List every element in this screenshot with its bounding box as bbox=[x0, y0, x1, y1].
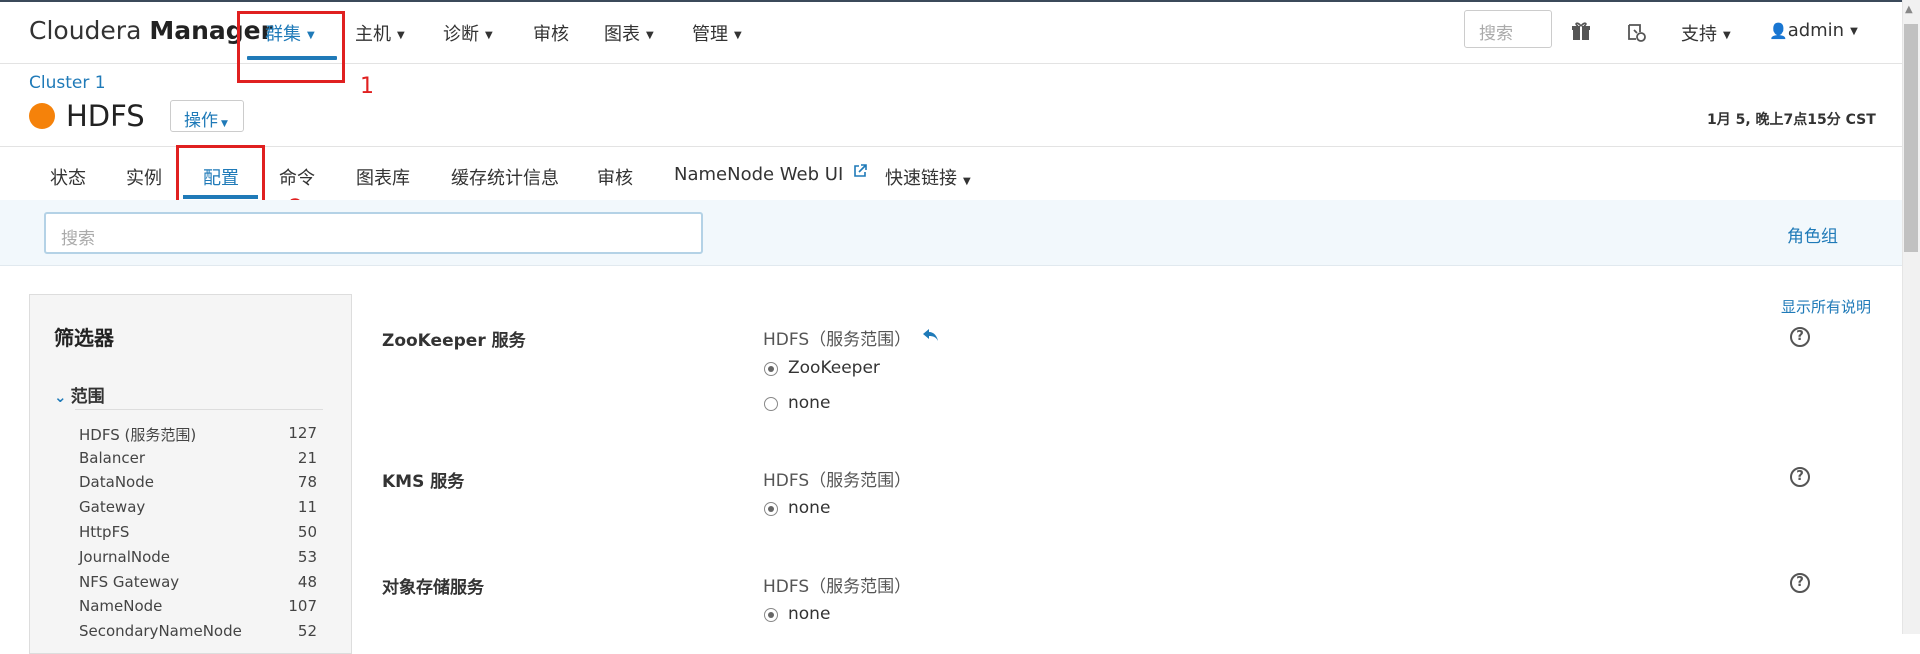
chevron-down-icon: ⌄ bbox=[54, 388, 67, 406]
help-icon[interactable]: ? bbox=[1790, 573, 1810, 593]
config-search-input[interactable]: 搜索 bbox=[44, 212, 703, 254]
setting-scope: HDFS（服务范围） bbox=[763, 577, 912, 597]
filter-item-nfs-gateway[interactable]: NFS Gateway bbox=[79, 573, 179, 591]
annotation-number-1: 1 bbox=[360, 74, 374, 99]
filter-count: 52 bbox=[297, 622, 317, 640]
task-wrench-icon[interactable] bbox=[1625, 21, 1647, 43]
setting-scope: HDFS（服务范围） bbox=[763, 330, 912, 350]
filter-count: 11 bbox=[297, 498, 317, 516]
actions-dropdown-button[interactable]: 操作 ▼ bbox=[170, 100, 244, 132]
tab-chart-library[interactable]: 图表库 bbox=[356, 164, 410, 190]
filter-title: 筛选器 bbox=[54, 326, 114, 350]
setting-label-kms: KMS 服务 bbox=[382, 472, 465, 492]
highlight-box-1 bbox=[237, 11, 345, 83]
filter-count: 53 bbox=[297, 548, 317, 566]
filter-count: 21 bbox=[297, 449, 317, 467]
filter-count: 48 bbox=[297, 573, 317, 591]
caret-down-icon: ▼ bbox=[963, 176, 971, 187]
setting-scope: HDFS（服务范围） bbox=[763, 471, 912, 491]
nav-user-menu[interactable]: 👤admin ▼ bbox=[1769, 20, 1858, 41]
scope-divider bbox=[75, 409, 323, 410]
filter-item-httpfs[interactable]: HttpFS bbox=[79, 523, 129, 541]
filter-item-gateway[interactable]: Gateway bbox=[79, 498, 145, 516]
caret-down-icon: ▼ bbox=[397, 29, 405, 41]
caret-down-icon: ▼ bbox=[1723, 29, 1731, 41]
radio-label[interactable]: none bbox=[788, 604, 830, 624]
cluster-breadcrumb-link[interactable]: Cluster 1 bbox=[29, 73, 106, 93]
tab-instances[interactable]: 实例 bbox=[126, 164, 162, 190]
external-link-icon bbox=[854, 164, 867, 177]
scope-toggle[interactable]: ⌄ 范围 bbox=[54, 382, 105, 407]
caret-down-icon: ▼ bbox=[221, 119, 228, 129]
caret-down-icon: ▼ bbox=[485, 29, 493, 41]
filter-item-journalnode[interactable]: JournalNode bbox=[79, 548, 170, 566]
page-timestamp: 1月 5, 晚上7点15分 CST bbox=[1707, 112, 1876, 128]
caret-down-icon: ▼ bbox=[1850, 25, 1858, 37]
tab-audits[interactable]: 审核 bbox=[597, 164, 633, 190]
nav-administration[interactable]: 管理 ▼ bbox=[692, 20, 742, 46]
setting-label-object-storage: 对象存储服务 bbox=[382, 578, 484, 598]
radio-none[interactable] bbox=[764, 502, 778, 516]
radio-zookeeper[interactable] bbox=[764, 362, 778, 376]
filter-count: 50 bbox=[297, 523, 317, 541]
radio-label[interactable]: none bbox=[788, 498, 830, 518]
filter-item-datanode[interactable]: DataNode bbox=[79, 473, 154, 491]
scroll-up-arrow-icon[interactable]: ▲ bbox=[1905, 4, 1913, 15]
service-status-icon bbox=[29, 103, 55, 129]
filter-count: 107 bbox=[288, 597, 317, 615]
help-icon[interactable]: ? bbox=[1790, 467, 1810, 487]
caret-down-icon: ▼ bbox=[646, 29, 654, 41]
radio-label[interactable]: ZooKeeper bbox=[788, 358, 880, 378]
filter-item-balancer[interactable]: Balancer bbox=[79, 449, 145, 467]
setting-label-zookeeper: ZooKeeper 服务 bbox=[382, 331, 526, 351]
role-groups-link[interactable]: 角色组 bbox=[1787, 222, 1838, 247]
user-icon: 👤 bbox=[1769, 22, 1788, 40]
radio-label[interactable]: none bbox=[788, 393, 830, 413]
filter-item-secondarynamenode[interactable]: SecondaryNameNode bbox=[79, 622, 242, 640]
tab-status[interactable]: 状态 bbox=[50, 164, 86, 190]
nav-audits[interactable]: 审核 bbox=[533, 20, 569, 46]
help-icon[interactable]: ? bbox=[1790, 327, 1810, 347]
tab-namenode-web-ui[interactable]: NameNode Web UI bbox=[674, 164, 867, 185]
caret-down-icon: ▼ bbox=[734, 29, 742, 41]
show-all-descriptions-link[interactable]: 显示所有说明 bbox=[1781, 296, 1871, 317]
tab-commands[interactable]: 命令 bbox=[279, 164, 315, 190]
scrollbar-thumb[interactable] bbox=[1904, 24, 1918, 252]
top-search-input[interactable]: 搜索 bbox=[1464, 10, 1552, 48]
filter-item-namenode[interactable]: NameNode bbox=[79, 597, 162, 615]
nav-support[interactable]: 支持 ▼ bbox=[1681, 20, 1731, 46]
radio-none[interactable] bbox=[764, 608, 778, 622]
filter-count: 78 bbox=[297, 473, 317, 491]
nav-diagnostics[interactable]: 诊断 ▼ bbox=[443, 20, 493, 46]
radio-none[interactable] bbox=[764, 397, 778, 411]
tab-quick-links[interactable]: 快速链接 ▼ bbox=[885, 164, 971, 190]
filter-item-hdfs-service[interactable]: HDFS (服务范围) bbox=[79, 424, 196, 445]
tab-cache-statistics[interactable]: 缓存统计信息 bbox=[451, 164, 559, 190]
gift-icon[interactable] bbox=[1570, 21, 1592, 43]
nav-hosts[interactable]: 主机 ▼ bbox=[355, 20, 405, 46]
undo-icon[interactable] bbox=[922, 327, 940, 343]
filter-count: 127 bbox=[288, 424, 317, 442]
service-title: HDFS bbox=[66, 99, 145, 133]
nav-charts[interactable]: 图表 ▼ bbox=[604, 20, 654, 46]
